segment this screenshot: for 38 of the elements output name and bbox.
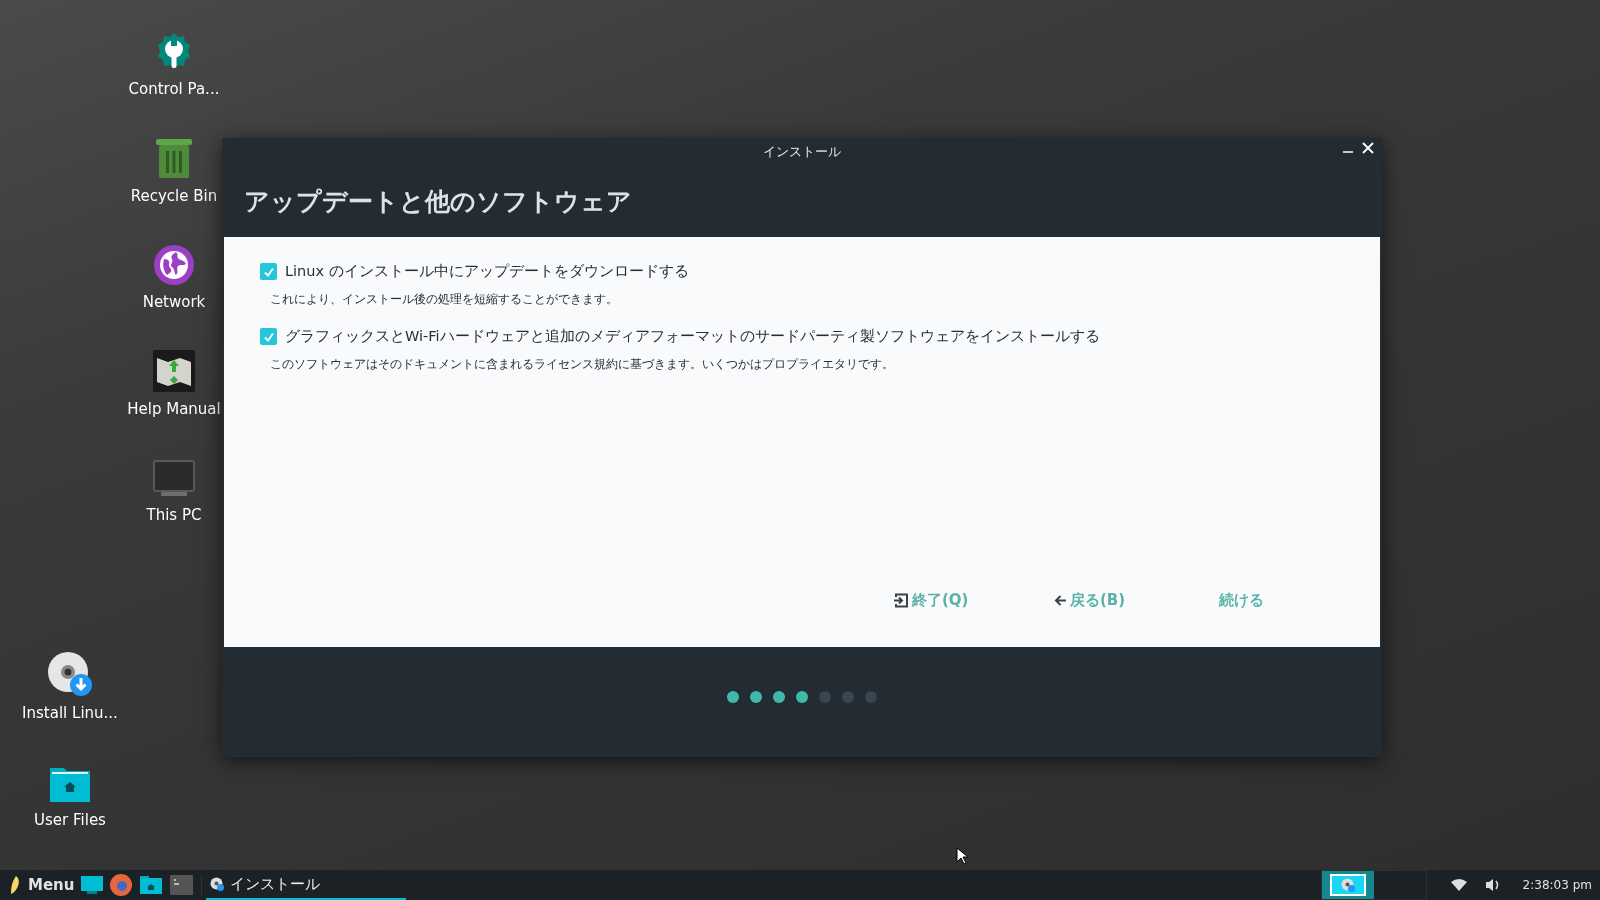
disc-download-icon	[48, 652, 92, 696]
mouse-cursor-icon	[956, 847, 968, 865]
desktop-icon-label[interactable]: This PC	[146, 504, 202, 527]
checkmark-icon	[262, 265, 275, 278]
terminal-icon[interactable]	[170, 875, 194, 895]
exit-icon	[894, 592, 909, 608]
page-heading: アップデートと他のソフトウェア	[244, 185, 632, 218]
menu-button[interactable]: Menu	[0, 873, 79, 897]
trash-icon	[155, 136, 193, 179]
desktop-icon-label[interactable]: Recycle Bin	[130, 184, 218, 207]
desktop-icon-label[interactable]: Install Linu...	[22, 702, 118, 725]
option-description: このソフトウェアはそのドキュメントに含まれるライセンス規約に基づきます。いくつかはプロプライエタリです。	[270, 355, 895, 373]
arrow-left-icon	[1054, 593, 1067, 607]
checkmark-icon	[262, 330, 275, 343]
disc-download-icon	[1340, 878, 1355, 892]
clock[interactable]: 2:38:03 pm	[1522, 876, 1592, 894]
map-icon	[153, 349, 195, 392]
taskbar-task[interactable]: インストール	[206, 870, 407, 900]
home-folder-icon[interactable]	[140, 876, 163, 894]
checkbox[interactable]	[260, 263, 277, 281]
workspace-switcher[interactable]	[1320, 870, 1427, 900]
globe-icon	[154, 245, 194, 285]
browser-icon[interactable]	[110, 874, 133, 896]
desktop-icon[interactable]	[81, 876, 104, 894]
checkbox[interactable]	[260, 328, 277, 346]
desktop-icon-label[interactable]: User Files	[34, 808, 106, 831]
monitor-icon	[153, 460, 195, 498]
option-label: グラフィックスとWi-Fiハードウェアと追加のメディアフォーマットのサードパーティ製ソフトウェアをインストールする	[285, 327, 1100, 346]
desktop-icon-label[interactable]: Control Pa...	[128, 78, 220, 101]
disc-download-icon	[210, 877, 225, 891]
volume-icon[interactable]	[1484, 878, 1501, 892]
option-label: Linux のインストール中にアップデートをダウンロードする	[285, 262, 689, 281]
desktop-icon-label[interactable]: Network	[142, 291, 206, 314]
desktop-icon-label[interactable]: Help Manual	[127, 397, 221, 420]
close-icon[interactable]	[1362, 142, 1374, 154]
wifi-icon[interactable]	[1450, 879, 1467, 891]
window-title: インストール	[763, 143, 841, 162]
option-description: これにより、インストール後の処理を短縮することができます。	[270, 290, 619, 308]
